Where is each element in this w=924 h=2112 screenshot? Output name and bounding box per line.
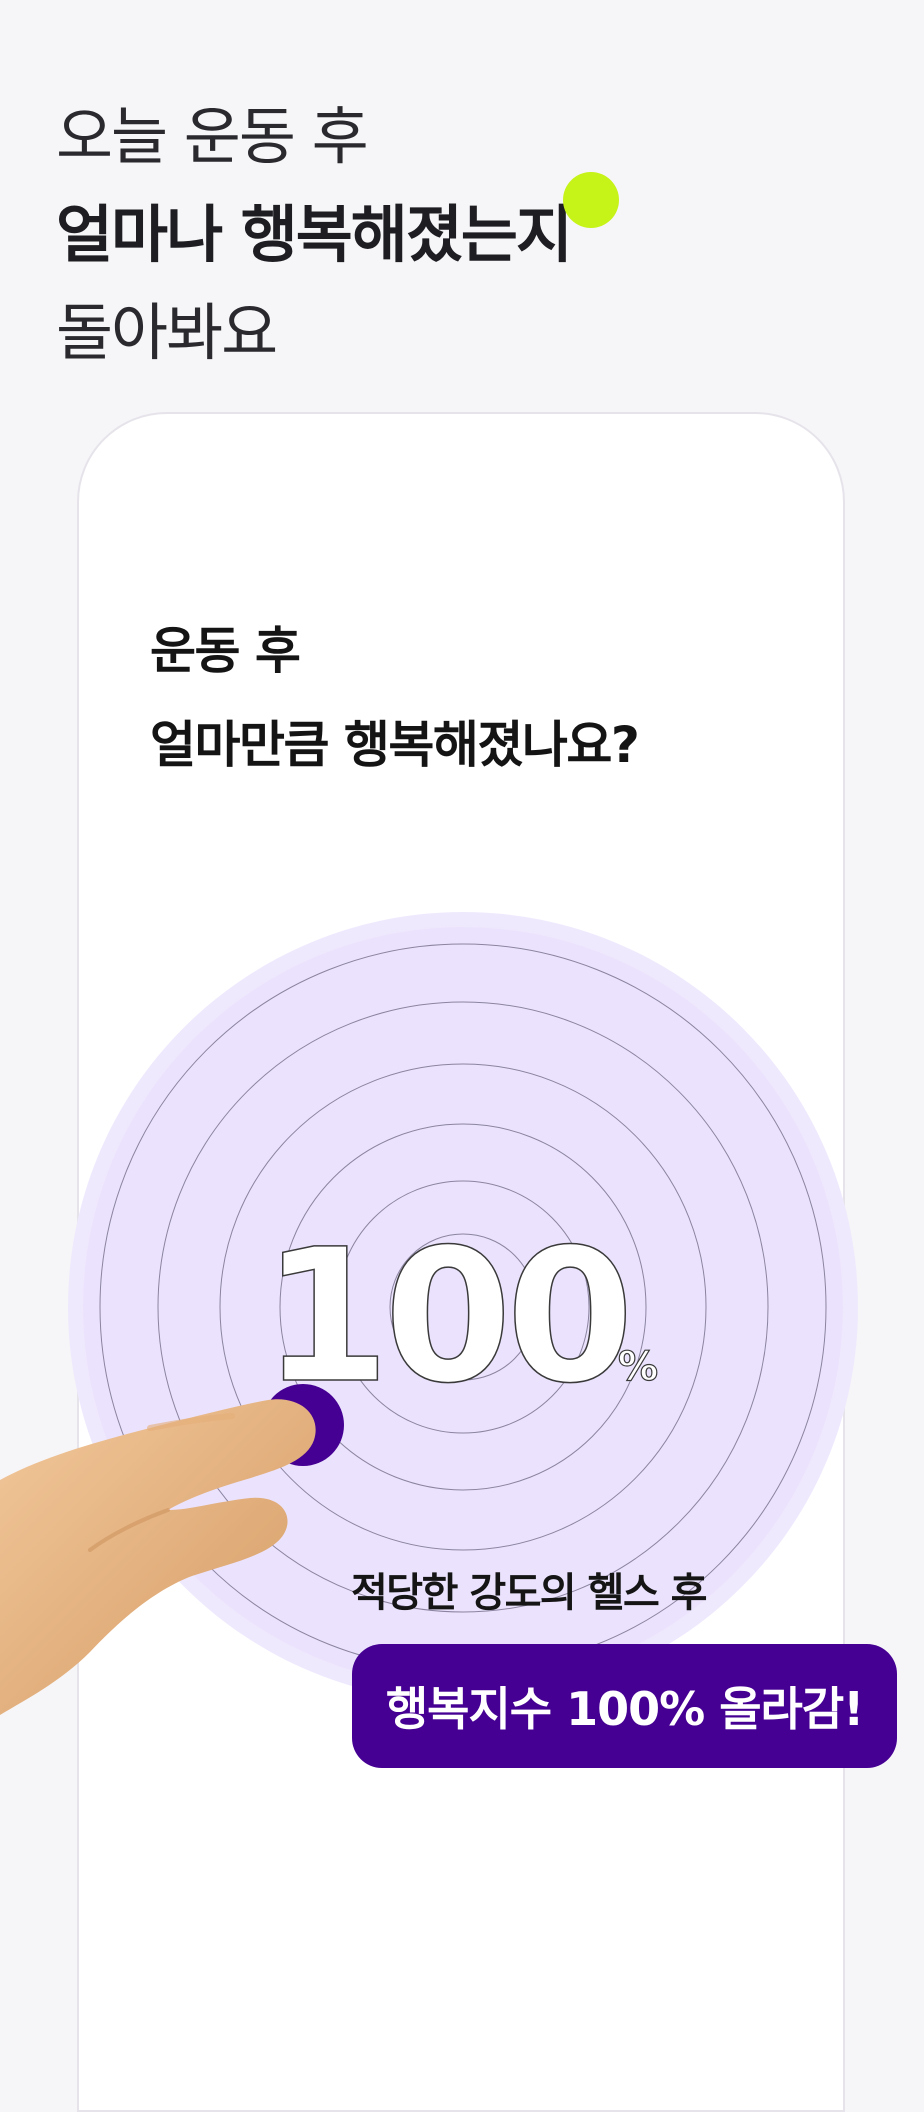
lime-accent-dot	[563, 172, 619, 228]
result-badge: 행복지수 100% 올라감!	[352, 1644, 897, 1768]
pointing-hand-icon	[0, 1370, 360, 1730]
question: 운동 후 얼마만큼 행복해졌나요?	[150, 604, 810, 792]
happiness-unit: %	[618, 1344, 658, 1390]
result-caption: 적당한 강도의 헬스 후	[351, 1570, 707, 1616]
question-line-1: 운동 후	[150, 622, 301, 680]
question-line-2: 얼마만큼 행복해졌나요?	[150, 716, 640, 774]
headline-line-3: 돌아봐요	[56, 296, 278, 369]
headline: 오늘 운동 후 얼마나 행복해졌는지 돌아봐요	[56, 88, 876, 382]
headline-line-1: 오늘 운동 후	[56, 100, 369, 173]
headline-line-2: 얼마나 행복해졌는지	[56, 198, 573, 271]
